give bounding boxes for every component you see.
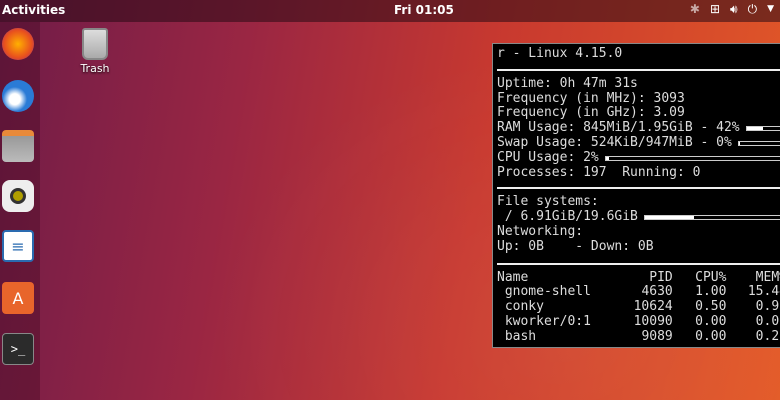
rhythmbox-icon[interactable] [2,180,34,212]
bar-fill [644,216,695,220]
chevron-down-icon[interactable]: ▼ [767,4,774,17]
fs-root: / 6.91GiB/19.6GiB [497,209,638,225]
col-name: Name [497,269,529,285]
process-pid: 10624 [633,299,673,315]
process-cpu: 0.50 [695,299,727,315]
process-header: Name PID CPU% MEM% [497,269,780,286]
trash-label: Trash [80,62,110,75]
cpu-bar [604,155,780,161]
terminal-icon[interactable]: >_ [2,333,34,365]
bar-fill [605,156,610,160]
swap-bar [737,140,780,146]
bluetooth-icon[interactable]: ✱ [690,2,700,17]
volume-icon[interactable]: 🔊︎ [730,2,738,17]
networking-label: Networking: [497,223,584,239]
filesystems-label: File systems: [497,194,599,210]
process-mem: 15.44 [747,284,780,300]
process-mem: 0.00 [755,313,780,329]
firefox-icon[interactable] [2,28,34,60]
process-name: kworker/0:1 [497,313,591,329]
col-mem: MEM% [755,269,780,285]
clock[interactable]: Fri 01:05 [394,3,454,17]
thunderbird-icon[interactable] [2,80,34,112]
divider [497,262,780,265]
process-row: kworker/0:1 10090 0.00 0.00 [497,313,780,330]
network-speed: Up: 0B - Down: 0B [497,238,654,254]
fs-bar [643,215,780,221]
frequency-ghz: Frequency (in GHz): 3.09 [497,105,685,121]
ram-usage: RAM Usage: 845MiB/1.95GiB - 42% [497,120,740,136]
process-mem: 0.27 [755,328,780,344]
process-name: gnome-shell [497,284,591,300]
top-bar: Activities Fri 01:05 ✱ ⊞ 🔊︎ ⏻ ▼ [0,0,780,22]
process-row: bash 9089 0.00 0.27 [497,328,780,345]
process-row: conky 10624 0.50 0.93 [497,299,780,315]
cpu-usage: CPU Usage: 2% [497,149,599,165]
power-icon[interactable]: ⏻ [748,2,758,17]
process-cpu: 1.00 [695,284,727,300]
bar-fill [746,127,764,131]
process-mem: 0.93 [755,299,780,315]
libreoffice-writer-icon[interactable]: ≡ [2,230,34,262]
process-pid: 9089 [641,328,673,344]
conky-panel: r - Linux 4.15.0 Uptime: 0h 47m 31s Freq… [492,43,780,348]
ram-bar [745,126,780,132]
swap-usage: Swap Usage: 524KiB/947MiB - 0% [497,134,732,150]
process-name: bash [497,328,537,344]
process-name: conky [497,299,544,315]
dock: ≡ A >_ [0,22,40,400]
col-pid: PID [649,269,673,285]
processes: Processes: 197 Running: 0 [497,164,701,180]
activities-button[interactable]: Activities [2,3,65,17]
trash-icon [82,28,108,60]
trash-desktop-icon[interactable]: Trash [75,28,115,75]
process-row: gnome-shell 4630 1.00 15.44 [497,285,780,300]
files-icon[interactable] [2,130,34,162]
divider [497,68,780,71]
network-icon[interactable]: ⊞ [710,2,720,17]
divider [497,187,780,190]
process-pid: 10090 [633,313,673,329]
bar-fill [738,141,740,145]
uptime: Uptime: 0h 47m 31s [497,75,638,91]
conky-title: r - Linux 4.15.0 [497,46,623,61]
process-cpu: 0.00 [695,328,727,344]
process-pid: 4630 [641,284,673,300]
process-cpu: 0.00 [695,313,727,329]
frequency-mhz: Frequency (in MHz): 3093 [497,90,685,106]
system-tray[interactable]: ✱ ⊞ 🔊︎ ⏻ ▼ [690,2,774,17]
ubuntu-software-icon[interactable]: A [2,282,34,314]
col-cpu: CPU% [695,269,727,285]
